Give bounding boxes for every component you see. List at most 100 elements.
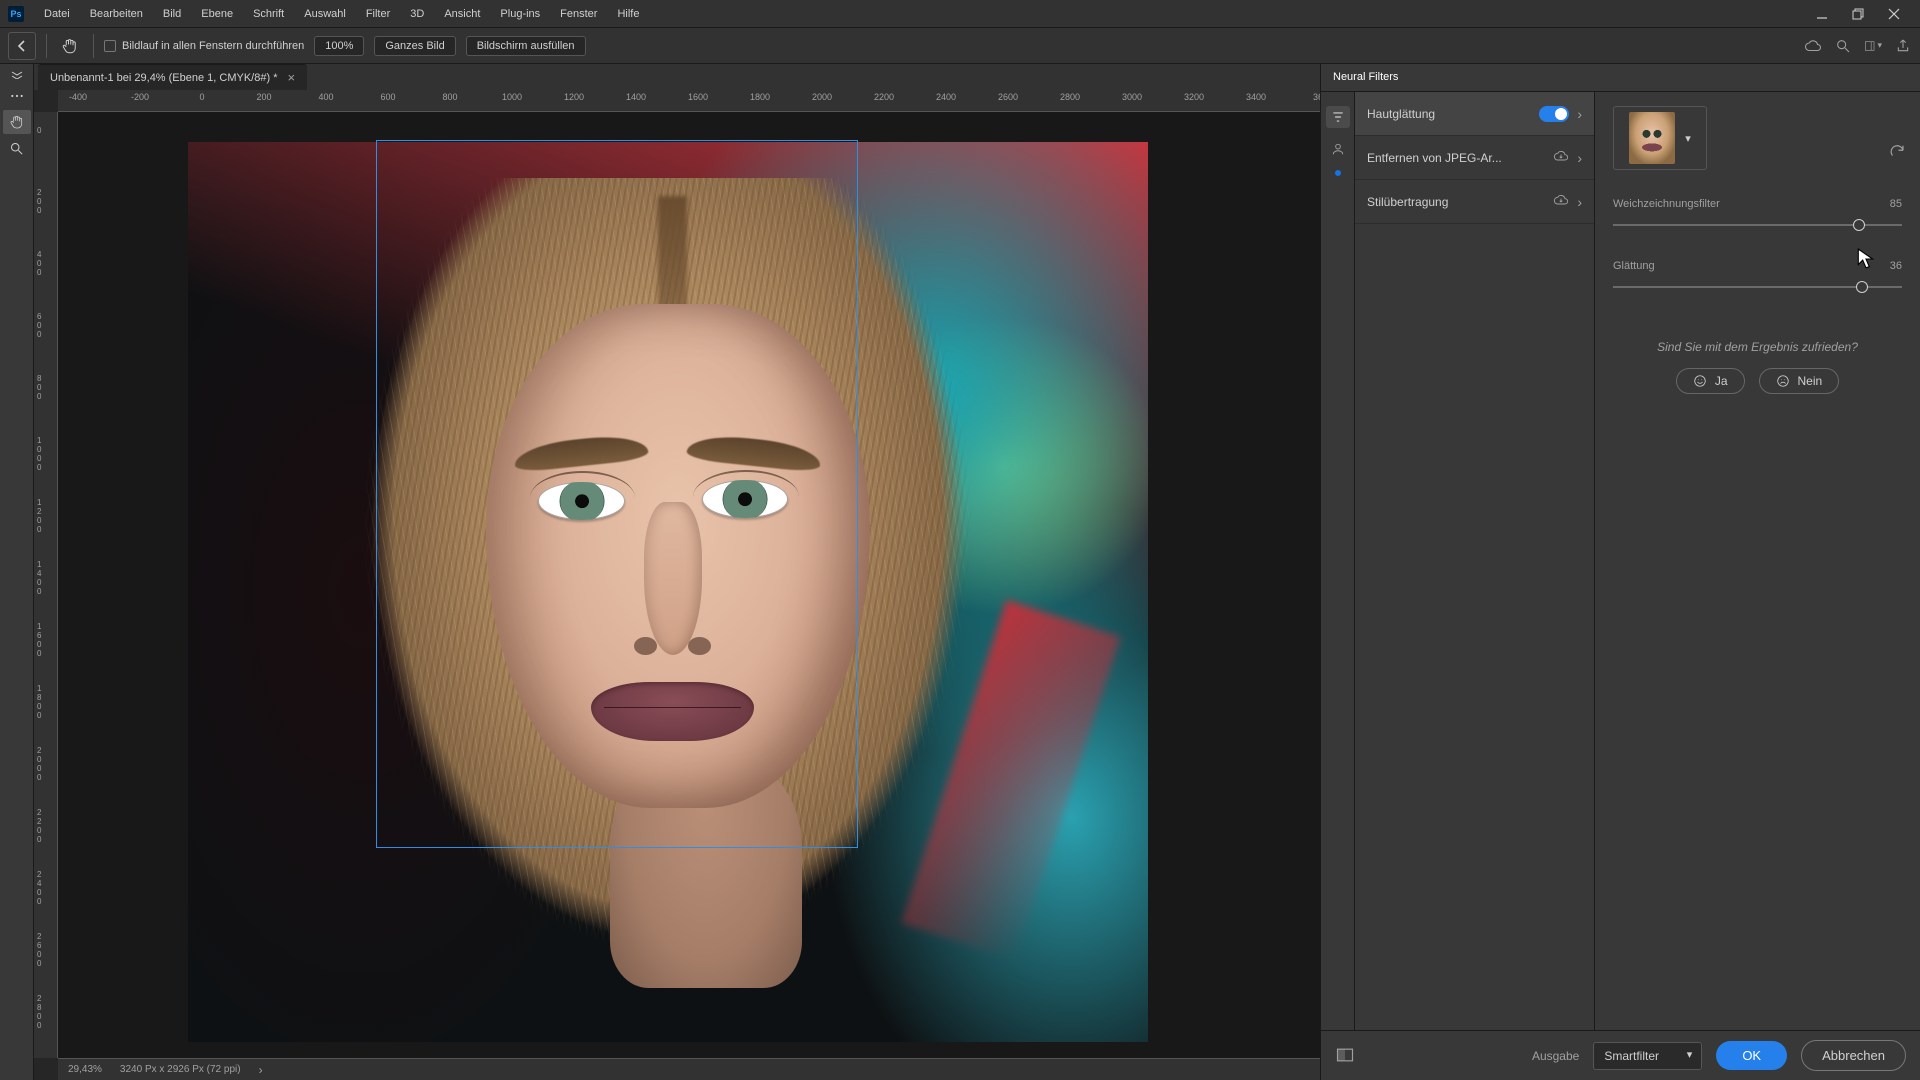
filter-name: Entfernen von JPEG-Ar... <box>1367 151 1545 165</box>
canvas[interactable] <box>58 112 1320 1058</box>
ruler-h-tick: 0 <box>199 92 204 102</box>
face-selector[interactable]: ▾ <box>1613 106 1707 170</box>
ruler-h-tick: 600 <box>380 92 395 102</box>
ruler-h-tick: -200 <box>131 92 149 102</box>
menu-hilfe[interactable]: Hilfe <box>607 4 649 24</box>
neural-filters-footer: Ausgabe Smartfilter OK Abbrechen <box>1321 1030 1920 1080</box>
workspace-switcher-icon[interactable]: ▾ <box>1864 37 1882 55</box>
ruler-v-tick: 2 6 0 0 <box>37 932 55 968</box>
cloud-download-icon[interactable] <box>1553 148 1569 167</box>
cloud-status-icon[interactable] <box>1804 37 1822 55</box>
reset-icon[interactable] <box>1888 142 1906 163</box>
menu-fenster[interactable]: Fenster <box>550 4 607 24</box>
status-more-icon[interactable]: › <box>259 1063 263 1077</box>
menu-3d[interactable]: 3D <box>400 4 434 24</box>
cancel-button[interactable]: Abbrechen <box>1801 1040 1906 1071</box>
filter-toggle[interactable] <box>1539 106 1569 122</box>
preview-toggle-icon[interactable] <box>1335 1045 1357 1067</box>
face-thumbnail <box>1629 112 1675 164</box>
search-icon[interactable] <box>1834 37 1852 55</box>
window-restore-button[interactable] <box>1840 2 1876 26</box>
document-tab-title: Unbenannt-1 bei 29,4% (Ebene 1, CMYK/8#)… <box>50 72 277 84</box>
filter-row-skin-smoothing[interactable]: Hautglättung › <box>1355 92 1594 136</box>
back-button[interactable] <box>8 32 36 60</box>
menu-ansicht[interactable]: Ansicht <box>434 4 490 24</box>
ruler-h-tick: 2400 <box>936 92 956 102</box>
scroll-all-windows-checkbox[interactable]: Bildlauf in allen Fenstern durchführen <box>104 40 304 52</box>
ruler-v-tick: 6 0 0 <box>37 312 55 339</box>
status-dimensions[interactable]: 3240 Px x 2926 Px (72 ppi) <box>120 1064 241 1075</box>
fill-screen-button[interactable]: Bildschirm ausfüllen <box>466 36 586 56</box>
scroll-all-windows-label: Bildlauf in allen Fenstern durchführen <box>122 40 304 52</box>
output-label: Ausgabe <box>1532 1049 1579 1063</box>
neural-filters-panel: Neural Filters Hautglättung › Entfernen … <box>1320 64 1920 1080</box>
menu-auswahl[interactable]: Auswahl <box>294 4 356 24</box>
menu-ebene[interactable]: Ebene <box>191 4 243 24</box>
ruler-v-tick: 1 4 0 0 <box>37 560 55 596</box>
status-zoom[interactable]: 29,43% <box>68 1064 102 1075</box>
ruler-v-tick: 1 2 0 0 <box>37 498 55 534</box>
chevron-right-icon: › <box>1577 150 1582 166</box>
ruler-v-tick: 1 8 0 0 <box>37 684 55 720</box>
zoom-tool[interactable] <box>3 136 31 160</box>
menu-bild[interactable]: Bild <box>153 4 191 24</box>
filter-name: Hautglättung <box>1367 107 1531 121</box>
ruler-v-tick: 1 6 0 0 <box>37 622 55 658</box>
hand-tool-icon <box>57 33 83 59</box>
ruler-h-tick: 200 <box>256 92 271 102</box>
edit-toolbar-icon[interactable] <box>3 84 31 108</box>
feedback-no-button[interactable]: Nein <box>1759 368 1840 394</box>
smoothness-slider[interactable] <box>1613 280 1902 294</box>
close-tab-icon[interactable]: × <box>287 70 295 85</box>
chevron-down-icon: ▾ <box>1685 132 1691 145</box>
ruler-v-tick: 0 <box>37 126 55 135</box>
blur-slider-value: 85 <box>1890 198 1902 210</box>
ruler-v-tick: 4 0 0 <box>37 250 55 277</box>
feedback-yes-button[interactable]: Ja <box>1676 368 1745 394</box>
ruler-horizontal[interactable]: -400-20002004006008001000120014001600180… <box>58 90 1320 112</box>
ruler-h-tick: 2000 <box>812 92 832 102</box>
ruler-vertical[interactable]: 02 0 04 0 06 0 08 0 01 0 0 01 2 0 01 4 0… <box>34 112 58 1058</box>
collapse-tools-icon[interactable] <box>3 68 31 82</box>
ruler-h-tick: 3400 <box>1246 92 1266 102</box>
document-area: Unbenannt-1 bei 29,4% (Ebene 1, CMYK/8#)… <box>34 64 1320 1080</box>
ruler-v-tick: 2 8 0 0 <box>37 994 55 1030</box>
filter-row-jpeg-artifacts[interactable]: Entfernen von JPEG-Ar... › <box>1355 136 1594 180</box>
zoom-100-button[interactable]: 100% <box>314 36 364 56</box>
filter-category-beta-indicator[interactable] <box>1335 170 1341 176</box>
filter-name: Stilübertragung <box>1367 195 1545 209</box>
neural-filters-tab[interactable]: Neural Filters <box>1331 65 1400 91</box>
menu-bearbeiten[interactable]: Bearbeiten <box>80 4 153 24</box>
filter-row-style-transfer[interactable]: Stilübertragung › <box>1355 180 1594 224</box>
window-close-button[interactable] <box>1876 2 1912 26</box>
ruler-h-tick: 3200 <box>1184 92 1204 102</box>
hand-tool[interactable] <box>3 110 31 134</box>
share-icon[interactable] <box>1894 37 1912 55</box>
ruler-h-tick: 2200 <box>874 92 894 102</box>
menu-plug-ins[interactable]: Plug-ins <box>490 4 550 24</box>
feedback-yes-label: Ja <box>1715 374 1728 388</box>
filter-controls: ▾ Weichzeichnungsfilter85 Glättung36 Sin… <box>1595 92 1920 1030</box>
smoothness-slider-value: 36 <box>1890 260 1902 272</box>
cloud-download-icon[interactable] <box>1553 192 1569 211</box>
menu-datei[interactable]: Datei <box>34 4 80 24</box>
ruler-v-tick: 2 0 0 <box>37 188 55 215</box>
filter-category-featured-icon[interactable] <box>1326 106 1350 128</box>
document-tabs: Unbenannt-1 bei 29,4% (Ebene 1, CMYK/8#)… <box>34 64 1320 90</box>
ruler-h-tick: 400 <box>318 92 333 102</box>
output-select[interactable]: Smartfilter <box>1593 1042 1702 1070</box>
feedback-no-label: Nein <box>1798 374 1823 388</box>
blur-slider[interactable] <box>1613 218 1902 232</box>
fit-image-button[interactable]: Ganzes Bild <box>374 36 455 56</box>
smoothness-slider-label: Glättung <box>1613 260 1655 272</box>
filter-category-portrait-icon[interactable] <box>1329 140 1347 158</box>
app-icon: Ps <box>8 6 24 22</box>
document-tab[interactable]: Unbenannt-1 bei 29,4% (Ebene 1, CMYK/8#)… <box>38 64 307 90</box>
ruler-h-tick: 1200 <box>564 92 584 102</box>
window-minimize-button[interactable] <box>1804 2 1840 26</box>
chevron-right-icon: › <box>1577 194 1582 210</box>
menu-filter[interactable]: Filter <box>356 4 400 24</box>
ok-button[interactable]: OK <box>1716 1041 1787 1070</box>
ruler-h-tick: 36 <box>1313 92 1320 102</box>
menu-schrift[interactable]: Schrift <box>243 4 294 24</box>
